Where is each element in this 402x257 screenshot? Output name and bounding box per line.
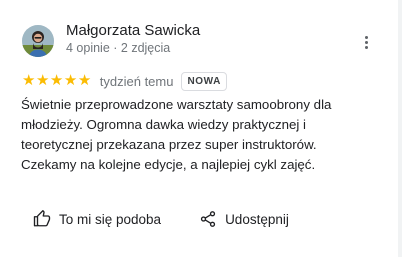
- new-badge: NOWA: [181, 71, 227, 91]
- more-options-icon[interactable]: [358, 31, 374, 53]
- thumbs-up-icon: [33, 210, 51, 227]
- avatar[interactable]: [22, 25, 54, 57]
- review-text-line: Czekamy na kolejne edycje, a najlepiej c…: [21, 157, 316, 172]
- star-icon: ★: [35, 72, 50, 89]
- review-time: tydzień temu: [99, 73, 174, 89]
- star-icon: ★: [22, 72, 36, 89]
- review-card: Małgorzata Sawicka 4 opinie · 2 zdjęcia …: [0, 0, 402, 257]
- rating-row: ★ ★ ★ ★ ★ tydzień temu NOWA: [22, 71, 227, 91]
- review-text-line: młodzieży. Ogromna dawka wiedzy praktycz…: [21, 117, 307, 132]
- review-text-line: teoretycznej przekazana przez super inst…: [21, 137, 317, 152]
- like-label: To mi się podoba: [59, 211, 162, 227]
- star-icon: ★: [77, 72, 92, 89]
- reviewer-meta: 4 opinie · 2 zdjęcia: [66, 41, 171, 55]
- review-text-line: Świetnie przeprowadzone warsztaty samoob…: [21, 97, 332, 112]
- reviewer-name[interactable]: Małgorzata Sawicka: [66, 22, 200, 39]
- star-rating: ★ ★ ★ ★ ★: [22, 72, 92, 90]
- star-icon: ★: [49, 72, 64, 89]
- review-text: Świetnie przeprowadzone warsztaty samoob…: [21, 95, 381, 175]
- like-button[interactable]: To mi się podoba: [33, 210, 161, 228]
- share-button[interactable]: Udostępnij: [199, 210, 289, 228]
- share-icon: [200, 211, 216, 227]
- avatar-photo: [22, 25, 54, 57]
- review-actions: To mi się podoba Udostępnij: [33, 208, 289, 230]
- scrollbar[interactable]: [398, 0, 402, 257]
- star-icon: ★: [63, 72, 78, 89]
- share-label: Udostępnij: [225, 211, 289, 227]
